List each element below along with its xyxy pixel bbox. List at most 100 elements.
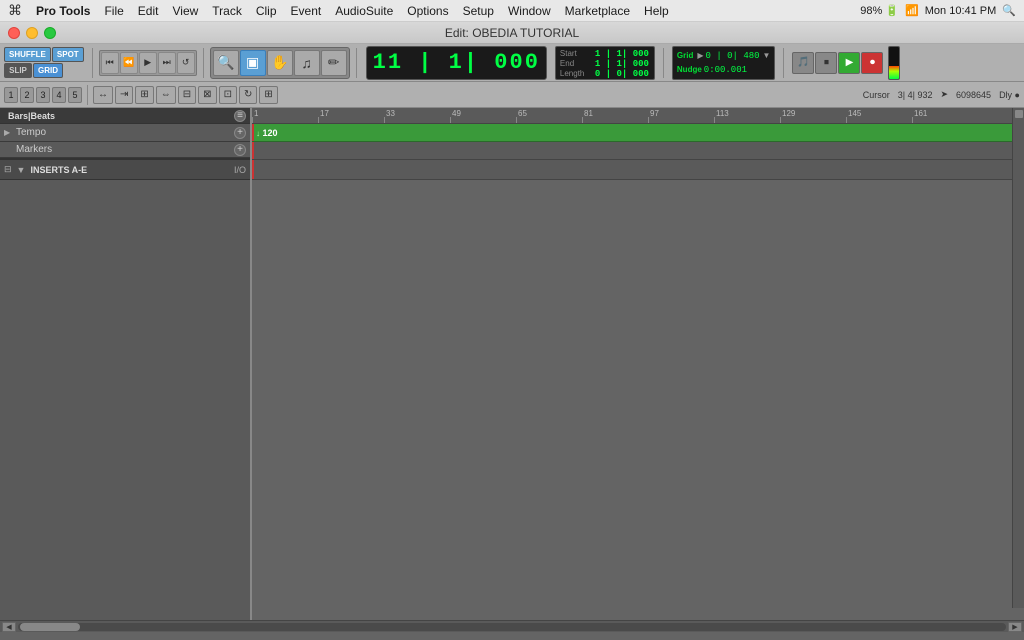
ruler-mark-145: 145 (848, 109, 861, 118)
grid-mode-button[interactable]: GRID (33, 63, 63, 78)
start-value[interactable]: 1 | 1| 000 (595, 49, 649, 59)
grid-nudge-display: Grid ▶ 0 | 0| 480 ▼ Nudge 0:00.001 (672, 46, 776, 80)
tempo-add-button[interactable]: + (234, 127, 246, 139)
ruler-mark-113: 113 (716, 109, 729, 118)
menu-bar: ⌘ Pro Tools File Edit View Track Clip Ev… (0, 0, 1024, 22)
maximize-button[interactable] (44, 27, 56, 39)
grid-value[interactable]: 0 | 0| 480 (706, 51, 760, 61)
record-button[interactable]: ⏺ (861, 52, 883, 74)
start-label: Start (560, 49, 592, 58)
scroll-right-button[interactable]: ▶ (1008, 622, 1022, 632)
close-button[interactable] (8, 27, 20, 39)
main-counter[interactable]: 11 | 1| 000 (366, 46, 547, 80)
edit-tool-2a[interactable]: ↔ (93, 86, 113, 104)
smart-tool-button[interactable]: ✏ (321, 50, 347, 76)
v-scroll-thumb[interactable] (1015, 110, 1023, 118)
track-num-1[interactable]: 1 (4, 87, 18, 103)
length-value[interactable]: 0 | 0| 000 (595, 69, 649, 79)
metronome-button[interactable]: 🎵 (792, 52, 814, 74)
search-icon[interactable]: 🔍 (1002, 4, 1016, 17)
edit-tool-2e[interactable]: ⊟ (178, 86, 196, 104)
end-value[interactable]: 1 | 1| 000 (595, 59, 649, 69)
edit-tool-2h[interactable]: ⊞ (259, 86, 277, 104)
secondary-toolbar: 1 2 3 4 5 ↔ ⇥ ⊞ ⇔ ⊟ ⊠ ⊡ ↻ ⊞ Cursor 3| 4|… (0, 82, 1024, 108)
divider-t2 (87, 85, 88, 105)
menu-protools[interactable]: Pro Tools (30, 3, 96, 19)
menu-edit[interactable]: Edit (132, 3, 165, 19)
grabber-tool-button[interactable]: ✋ (267, 50, 293, 76)
divider-4 (663, 48, 664, 78)
menu-window[interactable]: Window (502, 3, 557, 19)
nudge-value[interactable]: 0:00.001 (704, 65, 747, 75)
fast-forward-button[interactable]: ▶ (139, 52, 157, 74)
menu-help[interactable]: Help (638, 3, 675, 19)
track-num-3[interactable]: 3 (36, 87, 50, 103)
scroll-left-button[interactable]: ◀ (2, 622, 16, 632)
scroll-track[interactable] (18, 623, 1006, 631)
minimize-button[interactable] (26, 27, 38, 39)
divider-2 (203, 48, 204, 78)
selector-tool-button[interactable]: ▣ (240, 50, 266, 76)
datetime-display: Mon 10:41 PM (925, 5, 997, 17)
cursor-arrow-icon: ➤ (940, 89, 948, 100)
menu-options[interactable]: Options (401, 3, 454, 19)
menu-setup[interactable]: Setup (457, 3, 500, 19)
tempo-value-display: ↓ 120 (256, 128, 278, 138)
forward-to-end-button[interactable]: ⏭ (158, 52, 176, 74)
timeline-area: 1173349658197113129145161 ↓ 120 (252, 108, 1024, 620)
stop-button[interactable]: ⏹ (815, 52, 837, 74)
edit-tool-2g[interactable]: ⊡ (219, 86, 237, 104)
markers-add-button[interactable]: + (234, 144, 246, 156)
playhead-tempo (252, 124, 254, 141)
bars-beats-row: Bars|Beats ≡ (0, 108, 250, 124)
grid-label: Grid (677, 51, 693, 60)
edit-tool-2c[interactable]: ⊞ (135, 86, 153, 104)
main-toolbar: SHUFFLE SPOT SLIP GRID ⏮ ⏪ ▶ ⏭ ↺ 🔍 ▣ ✋ ♫… (0, 44, 1024, 82)
tempo-track-name: Tempo (16, 127, 234, 138)
slip-mode-button[interactable]: SLIP (4, 63, 32, 78)
counter-value: 11 | 1| 000 (373, 52, 540, 74)
dly-indicator: Dly ● (999, 90, 1020, 100)
playhead-markers (252, 142, 254, 159)
vertical-scrollbar[interactable] (1012, 108, 1024, 608)
instrument-track-header: ⊟ ▼ INSERTS A-E I/O (0, 160, 250, 180)
scroll-thumb[interactable] (20, 623, 80, 631)
edit-area[interactable] (252, 180, 1024, 620)
track-num-5[interactable]: 5 (68, 87, 82, 103)
inserts-label: INSERTS A-E (30, 165, 87, 175)
window-title: Edit: OBEDIA TUTORIAL (445, 26, 579, 40)
tempo-expand-icon[interactable]: ▶ (4, 128, 14, 137)
spot-mode-button[interactable]: SPOT (52, 47, 84, 62)
divider-1 (92, 48, 93, 78)
inst-dropdown-icon[interactable]: ▼ (17, 165, 26, 175)
cursor-value: 3| 4| 932 (898, 90, 933, 100)
ruler-tick (582, 117, 583, 123)
edit-tool-2d[interactable]: ⇔ (156, 86, 176, 104)
zoom-tool-button[interactable]: 🔍 (213, 50, 239, 76)
rewind-button[interactable]: ⏪ (120, 52, 138, 74)
menu-marketplace[interactable]: Marketplace (559, 3, 636, 19)
menu-clip[interactable]: Clip (250, 3, 283, 19)
ruler-tick (714, 117, 715, 123)
tempo-track-row[interactable]: ▶ Tempo + (0, 124, 250, 142)
menu-event[interactable]: Event (285, 3, 328, 19)
ruler-mark-49: 49 (452, 109, 461, 118)
track-num-2[interactable]: 2 (20, 87, 34, 103)
bars-beats-label: Bars|Beats (8, 111, 55, 121)
pencil-tool-button[interactable]: ♫ (294, 50, 320, 76)
menu-track[interactable]: Track (206, 3, 248, 19)
edit-tool-2f[interactable]: ⊠ (198, 86, 216, 104)
track-num-4[interactable]: 4 (52, 87, 66, 103)
menu-file[interactable]: File (98, 3, 129, 19)
ruler-tick (384, 117, 385, 123)
rewind-to-start-button[interactable]: ⏮ (101, 52, 119, 74)
markers-track-row[interactable]: Markers + (0, 142, 250, 158)
menu-view[interactable]: View (166, 3, 204, 19)
menu-audiosuite[interactable]: AudioSuite (329, 3, 399, 19)
ruler-tick (780, 117, 781, 123)
loop-button[interactable]: ↺ (177, 52, 195, 74)
play-button[interactable]: ▶ (838, 52, 860, 74)
edit-tool-2b[interactable]: ⇥ (115, 86, 133, 104)
loop-tool[interactable]: ↻ (239, 86, 257, 104)
shuffle-mode-button[interactable]: SHUFFLE (4, 47, 51, 62)
